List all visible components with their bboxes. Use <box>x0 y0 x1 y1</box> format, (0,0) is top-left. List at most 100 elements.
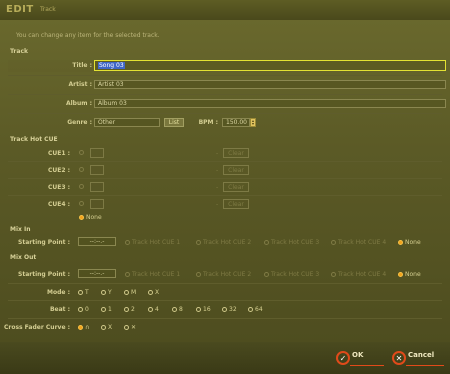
mixout-option-label: Track Hot CUE 3 <box>271 271 320 278</box>
curve-option-cap[interactable]: ∩ <box>78 324 89 331</box>
mixout-section-title: Mix Out <box>10 254 37 261</box>
divider <box>8 195 442 196</box>
title-label: Title : <box>72 62 92 69</box>
artist-label: Artist : <box>68 81 92 88</box>
bpm-stepper[interactable] <box>250 118 256 127</box>
radio-dot <box>79 150 84 155</box>
cue2-radio[interactable] <box>79 167 84 172</box>
cue4-time-field <box>90 199 104 209</box>
cue1-clear-button[interactable]: Clear <box>223 148 249 158</box>
beat-option-1[interactable]: 1 <box>101 306 112 313</box>
radio-dot <box>78 290 83 295</box>
mixin-option-label: None <box>405 239 421 246</box>
radio-dot <box>125 272 130 277</box>
beat-option-label: 32 <box>229 306 237 313</box>
radio-dot <box>196 272 201 277</box>
mixout-option-none[interactable]: None <box>398 271 421 278</box>
radio-dot <box>79 167 84 172</box>
beat-option-16[interactable]: 16 <box>196 306 211 313</box>
cue4-label: CUE4 : <box>47 201 70 208</box>
beat-option-2[interactable]: 2 <box>124 306 135 313</box>
divider <box>8 283 442 284</box>
cue1-label: CUE1 : <box>47 150 70 157</box>
bpm-label: BPM : <box>198 119 218 126</box>
mixout-starting-label: Starting Point : <box>18 271 70 278</box>
radio-dot <box>222 307 227 312</box>
radio-dot <box>264 272 269 277</box>
divider <box>8 75 442 76</box>
mixin-option-cue3[interactable]: Track Hot CUE 3 <box>264 239 319 246</box>
mixout-option-cue3[interactable]: Track Hot CUE 3 <box>264 271 319 278</box>
beat-option-0[interactable]: 0 <box>78 306 89 313</box>
mode-option-x[interactable]: X <box>148 289 159 296</box>
cue4-clear-button[interactable]: Clear <box>223 199 249 209</box>
title-bar: EDIT Track <box>0 0 450 20</box>
cue2-dash: - <box>216 167 219 174</box>
mixout-option-label: Track Hot CUE 2 <box>203 271 252 278</box>
bpm-input[interactable]: 150.00 <box>222 118 250 127</box>
beat-option-64[interactable]: 64 <box>248 306 263 313</box>
radio-dot <box>148 290 153 295</box>
mixin-option-cue1[interactable]: Track Hot CUE 1 <box>125 239 180 246</box>
divider <box>8 161 442 162</box>
divider <box>8 94 442 95</box>
radio-dot <box>79 201 84 206</box>
beat-option-label: 16 <box>203 306 211 313</box>
mode-option-y[interactable]: Y <box>101 289 112 296</box>
artist-input[interactable]: Artist 03 <box>94 80 446 89</box>
cue1-radio[interactable] <box>79 150 84 155</box>
cue4-radio[interactable] <box>79 201 84 206</box>
window-brand: EDIT <box>6 4 34 15</box>
beat-option-label: 8 <box>179 306 183 313</box>
beat-option-4[interactable]: 4 <box>148 306 159 313</box>
beat-option-32[interactable]: 32 <box>222 306 237 313</box>
radio-dot <box>78 325 83 330</box>
track-section-title: Track <box>10 48 28 55</box>
cue3-radio[interactable] <box>79 184 84 189</box>
radio-dot <box>196 307 201 312</box>
mixin-option-label: Track Hot CUE 2 <box>203 239 252 246</box>
mode-option-label: X <box>155 289 160 296</box>
mixout-option-cue1[interactable]: Track Hot CUE 1 <box>125 271 180 278</box>
radio-dot <box>398 240 403 245</box>
divider <box>8 318 442 319</box>
mode-option-label: T <box>85 289 89 296</box>
mixin-option-label: Track Hot CUE 3 <box>271 239 320 246</box>
cancel-underline <box>406 365 444 366</box>
radio-dot <box>264 240 269 245</box>
mixin-section-title: Mix In <box>10 226 31 233</box>
curve-option-label: ✕ <box>131 324 137 331</box>
title-input-value: Song 03 <box>98 62 125 69</box>
cross-fader-curve-label: Cross Fader Curve : <box>3 324 70 331</box>
curve-option-x[interactable]: X <box>101 324 112 331</box>
mode-option-label: Y <box>108 289 112 296</box>
beat-option-label: 2 <box>131 306 135 313</box>
radio-dot <box>196 240 201 245</box>
mixout-option-cue4[interactable]: Track Hot CUE 4 <box>331 271 386 278</box>
mode-option-label: M <box>131 289 137 296</box>
mixout-option-cue2[interactable]: Track Hot CUE 2 <box>196 271 251 278</box>
album-label: Album : <box>65 100 92 107</box>
check-icon: ✓ <box>336 351 350 365</box>
beat-option-8[interactable]: 8 <box>172 306 183 313</box>
album-input[interactable]: Album 03 <box>94 99 446 108</box>
cue2-clear-button[interactable]: Clear <box>223 165 249 175</box>
action-bar: ✓ OK ✕ Cancel <box>0 342 450 374</box>
mixin-option-cue4[interactable]: Track Hot CUE 4 <box>331 239 386 246</box>
radio-dot <box>398 272 403 277</box>
mode-option-m[interactable]: M <box>124 289 136 296</box>
ok-label: OK <box>352 351 364 359</box>
cue3-clear-button[interactable]: Clear <box>223 182 249 192</box>
cue1-dash: - <box>216 150 219 157</box>
cancel-button[interactable]: ✕ Cancel <box>392 351 434 365</box>
curve-option-cross[interactable]: ✕ <box>124 324 136 331</box>
mixin-option-cue2[interactable]: Track Hot CUE 2 <box>196 239 251 246</box>
window-subtitle: Track <box>40 6 56 13</box>
hotcue-none-radio[interactable]: None <box>79 214 102 221</box>
mixin-option-none[interactable]: None <box>398 239 421 246</box>
title-input[interactable]: Song 03 <box>94 60 446 71</box>
beat-option-label: 64 <box>255 306 263 313</box>
mode-option-t[interactable]: T <box>78 289 89 296</box>
cancel-label: Cancel <box>408 351 435 359</box>
ok-button[interactable]: ✓ OK <box>336 351 363 365</box>
